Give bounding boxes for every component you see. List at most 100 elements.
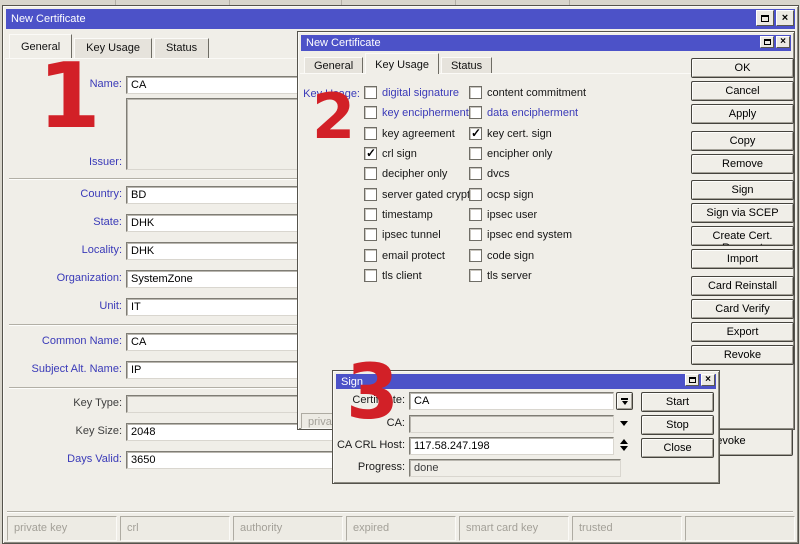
card-verify-button[interactable]: Card Verify bbox=[691, 299, 794, 319]
checkbox-label: key agreement bbox=[382, 128, 455, 140]
locality-label: Locality: bbox=[81, 244, 122, 256]
checkbox-label: email protect bbox=[382, 250, 445, 262]
checkbox-key-agreement[interactable] bbox=[364, 127, 377, 140]
tab-status[interactable]: Status bbox=[440, 57, 493, 74]
import-button[interactable]: Import bbox=[691, 249, 794, 269]
checkbox-label: content commitment bbox=[487, 87, 587, 99]
certificate-dropdown-button[interactable] bbox=[616, 392, 633, 410]
checkbox-label: timestamp bbox=[382, 209, 433, 221]
tab-key-usage[interactable]: Key Usage bbox=[365, 53, 439, 74]
cancel-button[interactable]: Cancel bbox=[691, 81, 794, 101]
unit-label: Unit: bbox=[99, 300, 122, 312]
maximize-icon bbox=[763, 39, 771, 45]
tab-general[interactable]: General bbox=[304, 57, 364, 74]
close-button[interactable]: × bbox=[776, 36, 790, 48]
checkbox-server-gated-crypto[interactable] bbox=[364, 188, 377, 201]
checkbox-label: ipsec tunnel bbox=[382, 229, 441, 241]
checkbox-label: decipher only bbox=[382, 168, 448, 180]
checkbox-tls-server[interactable] bbox=[469, 269, 482, 282]
close-button[interactable]: × bbox=[701, 374, 715, 386]
checkbox-email-protect[interactable] bbox=[364, 249, 377, 262]
desktop: New Certificate × General Key Usage Stat… bbox=[0, 0, 800, 544]
status-trusted: trusted bbox=[572, 516, 682, 541]
key-type-label: Key Type: bbox=[73, 397, 122, 409]
state-label: State: bbox=[93, 216, 122, 228]
checkbox-code-sign[interactable] bbox=[469, 249, 482, 262]
checkbox-ipsec-end-system[interactable] bbox=[469, 228, 482, 241]
maximize-button[interactable] bbox=[685, 374, 699, 386]
window-titlebar[interactable]: New Certificate bbox=[6, 9, 795, 29]
export-button[interactable]: Export bbox=[691, 322, 794, 342]
stop-button[interactable]: Stop bbox=[641, 415, 714, 435]
revoke-button[interactable]: Revoke bbox=[691, 345, 794, 365]
checkbox-timestamp[interactable] bbox=[364, 208, 377, 221]
certificate-field[interactable]: CA bbox=[409, 392, 614, 410]
copy-button[interactable]: Copy bbox=[691, 131, 794, 151]
checkbox-ocsp-sign[interactable] bbox=[469, 188, 482, 201]
status-empty bbox=[685, 516, 795, 541]
maximize-icon bbox=[688, 377, 696, 383]
organization-label: Organization: bbox=[56, 272, 122, 284]
checkbox-label: digital signature bbox=[382, 87, 460, 99]
checkbox-key-encipherment[interactable] bbox=[364, 106, 377, 119]
ca-crl-host-label: CA CRL Host: bbox=[336, 439, 405, 451]
status-smart-card-key: smart card key bbox=[459, 516, 569, 541]
separator bbox=[7, 511, 793, 513]
close-icon: × bbox=[705, 374, 711, 385]
ca-crl-host-field[interactable]: 117.58.247.198 bbox=[409, 437, 614, 455]
sign-button[interactable]: Sign bbox=[691, 180, 794, 200]
ca-field bbox=[409, 415, 614, 433]
checkbox-data-encipherment[interactable] bbox=[469, 106, 482, 119]
checkbox-label: ocsp sign bbox=[487, 189, 534, 201]
progress-field: done bbox=[409, 459, 621, 477]
close-button[interactable]: × bbox=[776, 10, 794, 26]
annotation-step-1: 1 bbox=[38, 44, 101, 149]
maximize-button[interactable] bbox=[760, 36, 774, 48]
checkbox-digital-signature[interactable] bbox=[364, 86, 377, 99]
checkbox-label: crl sign bbox=[382, 148, 417, 160]
ok-button[interactable]: OK bbox=[691, 58, 794, 78]
spinner-icon[interactable] bbox=[620, 439, 628, 451]
window-titlebar[interactable]: New Certificate bbox=[301, 35, 791, 51]
checkbox-label: tls client bbox=[382, 270, 422, 282]
checkbox-ipsec-tunnel[interactable] bbox=[364, 228, 377, 241]
checkbox-label: key encipherment bbox=[382, 107, 469, 119]
sign-via-scep-button[interactable]: Sign via SCEP bbox=[691, 203, 794, 223]
checkbox-ipsec-user[interactable] bbox=[469, 208, 482, 221]
start-button[interactable]: Start bbox=[641, 392, 714, 412]
remove-button[interactable]: Remove bbox=[691, 154, 794, 174]
checkbox-key-cert-sign[interactable] bbox=[469, 127, 482, 140]
checkbox-encipher-only[interactable] bbox=[469, 147, 482, 160]
days-valid-label: Days Valid: bbox=[67, 453, 122, 465]
issuer-label: Issuer: bbox=[88, 156, 122, 168]
checkbox-content-commitment[interactable] bbox=[469, 86, 482, 99]
checkbox-dvcs[interactable] bbox=[469, 167, 482, 180]
window-title: New Certificate bbox=[11, 13, 86, 25]
window-title: New Certificate bbox=[306, 37, 381, 49]
status-crl: crl bbox=[120, 516, 230, 541]
maximize-icon bbox=[761, 14, 769, 22]
dropdown-icon[interactable] bbox=[620, 421, 628, 426]
status-expired: expired bbox=[346, 516, 456, 541]
close-action-button[interactable]: Close bbox=[641, 438, 714, 458]
apply-button[interactable]: Apply bbox=[691, 104, 794, 124]
checkbox-label: dvcs bbox=[487, 168, 510, 180]
checkbox-decipher-only[interactable] bbox=[364, 167, 377, 180]
maximize-button[interactable] bbox=[756, 10, 774, 26]
close-icon: × bbox=[780, 36, 786, 47]
card-reinstall-button[interactable]: Card Reinstall bbox=[691, 276, 794, 296]
create-cert-request-button[interactable]: Create Cert. Request bbox=[691, 226, 794, 246]
checkbox-crl-sign[interactable] bbox=[364, 147, 377, 160]
checkbox-label: data encipherment bbox=[487, 107, 579, 119]
checkbox-label: ipsec end system bbox=[487, 229, 572, 241]
progress-label: Progress: bbox=[357, 461, 405, 473]
subject-alt-name-label: Subject Alt. Name: bbox=[31, 363, 123, 375]
annotation-step-2: 2 bbox=[312, 80, 356, 153]
country-label: Country: bbox=[80, 188, 122, 200]
checkbox-label: server gated crypto bbox=[382, 189, 477, 201]
tab-status[interactable]: Status bbox=[153, 38, 210, 58]
close-icon: × bbox=[781, 11, 789, 24]
status-authority: authority bbox=[233, 516, 343, 541]
checkbox-label: ipsec user bbox=[487, 209, 538, 221]
checkbox-tls-client[interactable] bbox=[364, 269, 377, 282]
